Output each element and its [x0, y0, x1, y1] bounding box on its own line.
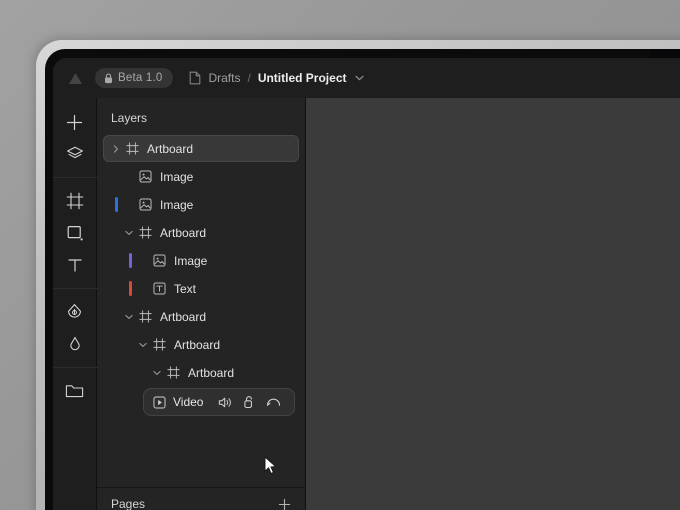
- layer-row-artboard-3[interactable]: Artboard: [117, 219, 299, 246]
- tool-rail: [53, 98, 97, 510]
- layer-row-artboard-7[interactable]: Artboard: [131, 331, 299, 358]
- app-topbar: Beta 1.0 Drafts / Untitled Project: [53, 58, 680, 99]
- screenshot-root: Beta 1.0 Drafts / Untitled Project Layer…: [0, 0, 680, 510]
- breadcrumb-separator: /: [247, 71, 251, 85]
- layer-label: Artboard: [160, 309, 207, 324]
- layer-label: Artboard: [188, 365, 235, 380]
- layer-row-artboard-0[interactable]: Artboard: [103, 135, 299, 162]
- pages-title: Pages: [111, 497, 146, 510]
- text-tool-icon[interactable]: [58, 249, 92, 281]
- breadcrumb-parent[interactable]: Drafts: [208, 71, 240, 85]
- layers-tool-stack-icon[interactable]: [58, 138, 92, 170]
- chevron-down-icon[interactable]: [121, 314, 136, 320]
- breadcrumb-current[interactable]: Untitled Project: [258, 71, 347, 85]
- image-icon: [136, 170, 155, 183]
- frame-icon: [150, 338, 169, 351]
- chevron-down-icon[interactable]: [149, 370, 164, 376]
- fill-tool-droplet-icon[interactable]: [58, 328, 92, 360]
- layer-color-indicator: [129, 253, 132, 268]
- chevron-down-icon[interactable]: [354, 72, 364, 84]
- layer-row-artboard-6[interactable]: Artboard: [117, 303, 299, 330]
- video-play-icon[interactable]: [153, 395, 166, 409]
- layer-row-artboard-8[interactable]: Artboard: [145, 359, 299, 386]
- lock-icon: [104, 73, 113, 84]
- beta-badge-label: Beta 1.0: [118, 72, 163, 84]
- canvas-area[interactable]: Artboard: [306, 98, 680, 510]
- layer-row-image-4[interactable]: Image: [129, 247, 299, 274]
- layer-label: Artboard: [160, 225, 207, 240]
- layer-color-indicator: [115, 197, 118, 212]
- volume-icon[interactable]: [213, 396, 237, 409]
- unlock-icon[interactable]: [237, 395, 261, 409]
- add-page-button[interactable]: [278, 498, 291, 510]
- app-body: Layers Artboard Image Image Artboard Image Te…: [53, 98, 680, 510]
- layers-panel-title: Layers: [111, 111, 148, 125]
- frame-icon: [136, 310, 155, 323]
- rail-divider: [53, 177, 97, 178]
- video-layer-label: Video: [173, 395, 204, 409]
- assets-tool-folder-icon[interactable]: [58, 375, 92, 407]
- layer-label: Text: [174, 281, 197, 296]
- pages-header: Pages: [97, 488, 305, 510]
- layer-list: Artboard Image Image Artboard Image Text Artbo…: [97, 134, 305, 487]
- image-icon: [150, 254, 169, 267]
- rectangle-tool-icon[interactable]: [58, 217, 92, 249]
- chevron-down-icon[interactable]: [135, 342, 150, 348]
- laptop-bezel: Beta 1.0 Drafts / Untitled Project Layer…: [45, 49, 680, 510]
- layer-row-text-5[interactable]: Text: [129, 275, 299, 302]
- layer-label: Image: [160, 197, 194, 212]
- artboard-tool-frame-icon[interactable]: [58, 185, 92, 217]
- layer-row-image-1[interactable]: Image: [117, 163, 299, 190]
- frame-icon: [164, 366, 183, 379]
- layer-label: Artboard: [147, 141, 194, 156]
- laptop-device: Beta 1.0 Drafts / Untitled Project Layer…: [36, 40, 680, 510]
- beta-badge[interactable]: Beta 1.0: [95, 68, 174, 88]
- layer-label: Artboard: [174, 337, 221, 352]
- pen-tool-icon[interactable]: [58, 296, 92, 328]
- loop-icon[interactable]: [261, 396, 285, 408]
- frame-icon: [123, 142, 142, 155]
- layer-label: Image: [174, 253, 208, 268]
- layer-label: Image: [160, 169, 194, 184]
- file-icon: [189, 71, 201, 85]
- video-layer-row[interactable]: Video: [143, 388, 295, 416]
- text-box-icon: [150, 282, 169, 295]
- rail-divider: [53, 367, 97, 368]
- add-tool-plus-icon[interactable]: [58, 106, 92, 138]
- frame-icon: [136, 226, 155, 239]
- app-screen: Beta 1.0 Drafts / Untitled Project Layer…: [53, 58, 680, 510]
- pages-section: Pages Page 1: [97, 487, 305, 510]
- app-logo-triangle-icon[interactable]: [65, 68, 85, 88]
- chevron-right-icon[interactable]: [108, 144, 123, 153]
- breadcrumb: Drafts / Untitled Project: [189, 71, 364, 85]
- image-icon: [136, 198, 155, 211]
- rail-divider: [53, 288, 97, 289]
- layer-row-image-2[interactable]: Image: [115, 191, 299, 218]
- layer-color-indicator: [129, 281, 132, 296]
- layers-panel: Layers Artboard Image Image Artboard Image Te…: [97, 98, 306, 510]
- chevron-down-icon[interactable]: [121, 230, 136, 236]
